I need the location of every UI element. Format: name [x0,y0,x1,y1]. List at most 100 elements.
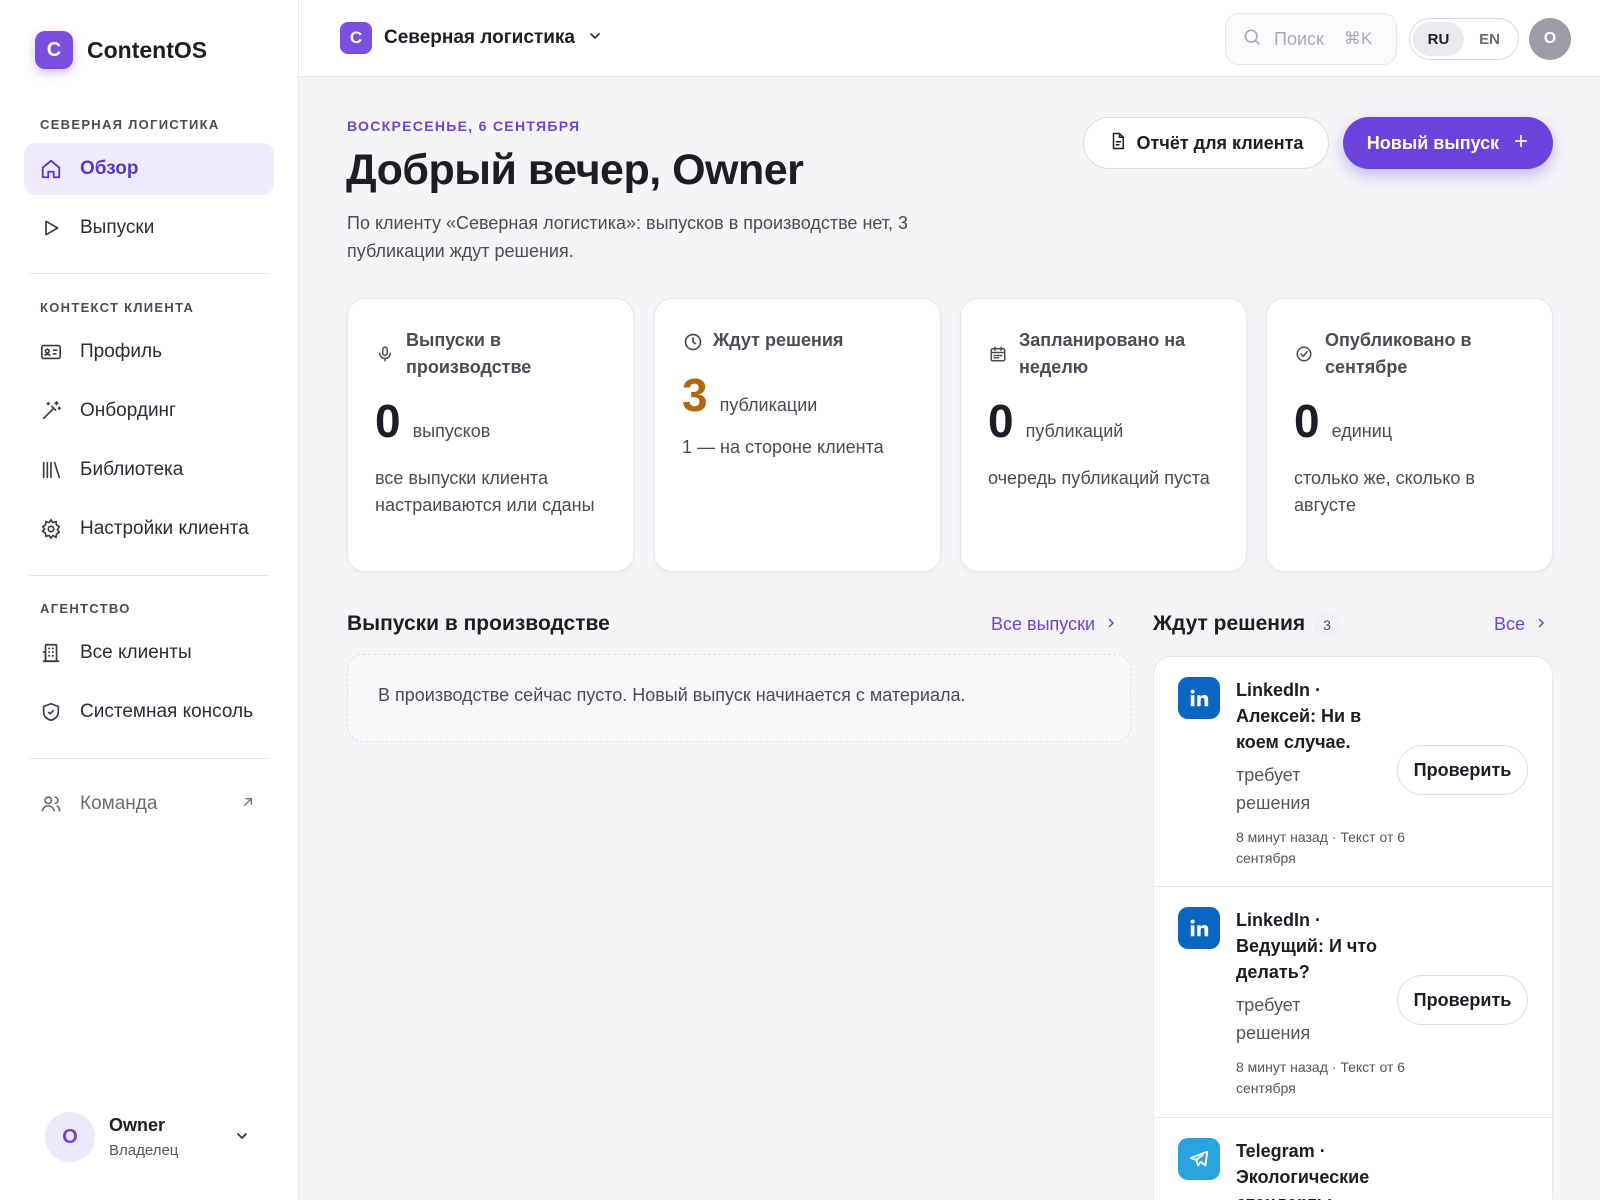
stat-head: Опубликовано в сентябре [1295,327,1535,381]
item-title: LinkedIn · Ведущий: И что делать? [1236,910,1377,982]
stat-value: 0 публикаций [988,394,1123,448]
sidebar-item-library[interactable]: Библиотека [24,444,274,496]
search-icon [1242,27,1262,52]
stat-title: Запланировано на неделю [1019,330,1186,377]
stat-card-in-production: Выпуски в производстве 0 выпусков все вы… [347,298,634,572]
stat-number: 3 [682,369,708,421]
button-label: Новый выпуск [1366,132,1500,153]
sidebar-item-label: Онбординг [80,400,176,421]
section-label-agency: АГЕНТСТВО [40,601,131,616]
client-logo: C [340,22,372,54]
sidebar-item-profile[interactable]: Профиль [24,326,274,378]
document-icon [1109,131,1127,156]
user-name: Owner [109,1115,166,1135]
user-role: Владелец [109,1142,179,1159]
lang-en-button[interactable]: EN [1464,22,1515,56]
id-card-icon [40,341,62,363]
sidebar-item-onboarding[interactable]: Онбординг [24,385,274,437]
all-pending-link[interactable]: Все [1494,614,1547,635]
sidebar-item-releases[interactable]: Выпуски [24,202,274,254]
pending-count-badge: 3 [1314,612,1340,638]
search-shortcut: ⌘K [1343,29,1373,48]
production-empty-state: В производстве сейчас пусто. Новый выпус… [347,654,1131,742]
section-label-client: СЕВЕРНАЯ ЛОГИСТИКА [40,117,220,132]
sidebar-item-label: Профиль [80,341,163,362]
linkedin-icon [1178,907,1220,949]
avatar[interactable]: O [1529,18,1571,60]
language-toggle: RU EN [1409,18,1519,60]
check-circle-icon [1295,345,1313,363]
search-input[interactable]: Поиск ⌘K [1225,13,1397,65]
date-eyebrow: ВОСКРЕСЕНЬЕ, 6 СЕНТЯБРЯ [347,118,581,134]
sidebar-divider [29,758,269,759]
stat-title: Ждут решения [713,330,844,350]
user-menu[interactable]: O Owner Владелец [45,1112,178,1162]
stat-card-published: Опубликовано в сентябре 0 единиц столько… [1266,298,1553,572]
stat-number: 0 [375,395,401,447]
production-section-title: Выпуски в производстве [347,612,610,635]
shield-icon [40,701,62,723]
client-switcher[interactable]: C Северная логистика [340,22,603,54]
app-logo: C [35,31,73,69]
item-status: требует решения [1236,765,1311,813]
item-meta: 8 минут назад · Текст от 6 сентября [1236,1059,1406,1096]
stat-unit: публикации [719,395,818,415]
stat-head: Ждут решения [683,327,923,354]
sidebar-item-client-settings[interactable]: Настройки клиента [24,503,274,555]
item-title: Telegram · Экологические стандарты [1236,1141,1370,1200]
gear-icon [40,518,62,540]
user-info: Owner Владелец [109,1115,178,1159]
sidebar-item-all-clients[interactable]: Все клиенты [24,627,274,679]
sidebar-item-team[interactable]: Команда [24,778,274,830]
stat-card-scheduled: Запланировано на неделю 0 публикаций оче… [960,298,1247,572]
all-releases-link[interactable]: Все выпуски [991,614,1117,635]
building-icon [40,642,62,664]
sidebar-item-label: Команда [80,793,158,814]
list-item[interactable]: Telegram · Экологические стандарты [1154,1118,1552,1200]
sidebar-divider [29,575,269,576]
topbar: C Северная логистика Поиск ⌘K RU EN O [299,0,1600,77]
sidebar-item-label: Все клиенты [80,642,192,663]
stat-title: Выпуски в производстве [406,330,532,377]
clock-icon [683,332,702,351]
brand[interactable]: C ContentOS [35,31,207,69]
calendar-icon [989,345,1007,363]
stat-number: 0 [1294,395,1320,447]
play-icon [40,217,62,239]
pending-list: LinkedIn · Алексей: Ни в коем случае. тр… [1153,656,1553,1200]
app-name: ContentOS [87,36,208,63]
stat-card-pending: Ждут решения 3 публикации 1 — на стороне… [654,298,941,572]
section-label-context: КОНТЕКСТ КЛИЕНТА [40,300,195,315]
list-item[interactable]: LinkedIn · Алексей: Ни в коем случае. тр… [1154,657,1552,887]
review-button[interactable]: Проверить [1397,745,1528,795]
microphone-icon [376,345,394,363]
client-report-button[interactable]: Отчёт для клиента [1083,117,1329,169]
item-meta: 8 минут назад · Текст от 6 сентября [1236,829,1406,866]
review-button[interactable]: Проверить [1397,975,1528,1025]
stat-value: 0 единиц [1294,394,1392,448]
home-icon [40,158,62,180]
chevron-right-icon [1535,614,1547,635]
sidebar-item-label: Обзор [80,158,139,179]
external-link-icon [240,794,256,810]
stat-head: Запланировано на неделю [989,327,1229,381]
button-label: Отчёт для клиента [1136,132,1304,153]
link-label: Все [1494,614,1526,634]
lang-ru-button[interactable]: RU [1413,22,1464,56]
avatar: O [45,1112,95,1162]
sidebar-item-system-console[interactable]: Системная консоль [24,686,274,738]
stat-note: 1 — на стороне клиента [682,437,884,457]
users-icon [40,793,62,815]
item-status: требует решения [1236,995,1311,1043]
sidebar-item-overview[interactable]: Обзор [24,143,274,195]
chevron-down-icon [587,28,603,49]
list-item[interactable]: LinkedIn · Ведущий: И что делать? требуе… [1154,887,1552,1118]
stat-unit: единиц [1331,421,1393,441]
chevron-down-icon[interactable] [234,1128,250,1144]
chevron-right-icon [1105,614,1117,635]
new-release-button[interactable]: Новый выпуск [1343,117,1553,169]
search-placeholder: Поиск [1274,28,1324,49]
stat-unit: выпусков [412,421,491,441]
stat-unit: публикаций [1025,421,1124,441]
page-title: Добрый вечер, Owner [346,146,804,194]
